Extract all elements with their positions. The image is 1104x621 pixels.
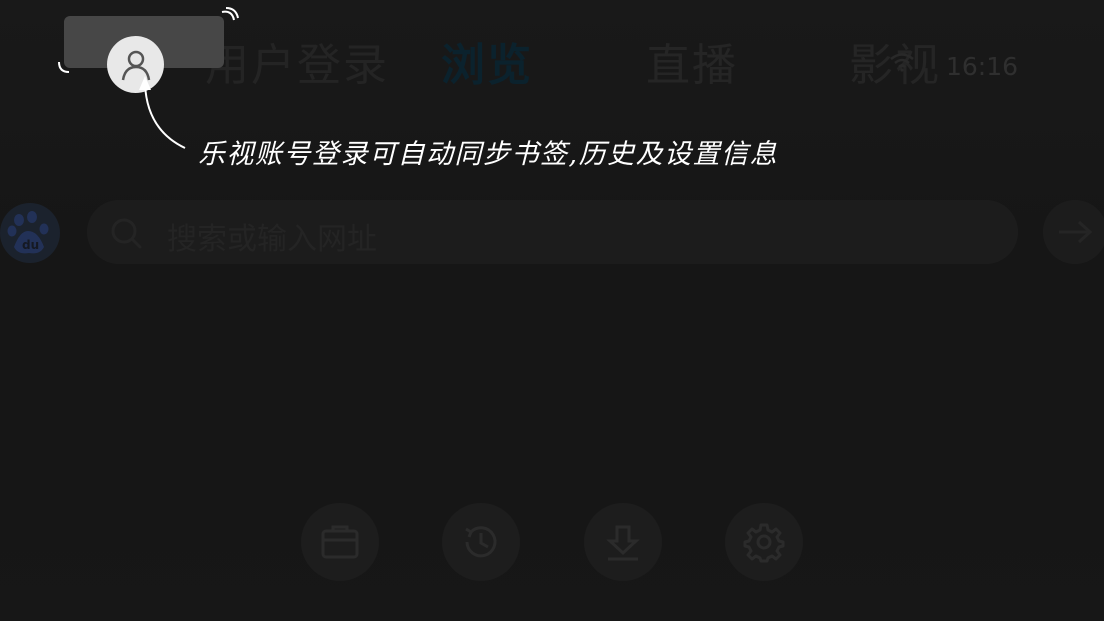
history-button[interactable] xyxy=(442,503,520,581)
baidu-icon[interactable]: du xyxy=(0,203,60,263)
bookmarks-button[interactable] xyxy=(301,503,379,581)
settings-button[interactable] xyxy=(725,503,803,581)
wifi-icon xyxy=(890,53,914,72)
browser-home: 用户登录 浏览 直播 影视 16:16 du 搜索或输入网址 乐视账号登录可自动… xyxy=(0,0,1104,621)
tab-user-login[interactable]: 用户登录 xyxy=(205,38,389,94)
settings-icon xyxy=(743,523,785,563)
tab-browse[interactable]: 浏览 xyxy=(441,38,533,94)
status-time: 16:16 xyxy=(946,52,1019,81)
search-input[interactable]: 搜索或输入网址 xyxy=(167,214,377,258)
search-bar[interactable]: 搜索或输入网址 xyxy=(87,200,1018,264)
go-button[interactable] xyxy=(1043,200,1104,264)
highlight-corner-icon xyxy=(58,61,70,73)
folder-icon xyxy=(321,525,359,559)
arrow-right-icon xyxy=(1059,220,1093,244)
history-icon xyxy=(465,526,497,558)
svg-text:du: du xyxy=(22,238,39,252)
download-button[interactable] xyxy=(584,503,662,581)
baidu-paw-icon: du xyxy=(7,211,49,254)
login-hint-text: 乐视账号登录可自动同步书签,历史及设置信息 xyxy=(198,139,779,170)
download-icon xyxy=(606,525,640,561)
guide-arrow-icon xyxy=(139,76,186,149)
highlight-corner-icon xyxy=(221,7,239,21)
tab-live[interactable]: 直播 xyxy=(646,38,738,94)
search-icon xyxy=(111,218,142,249)
